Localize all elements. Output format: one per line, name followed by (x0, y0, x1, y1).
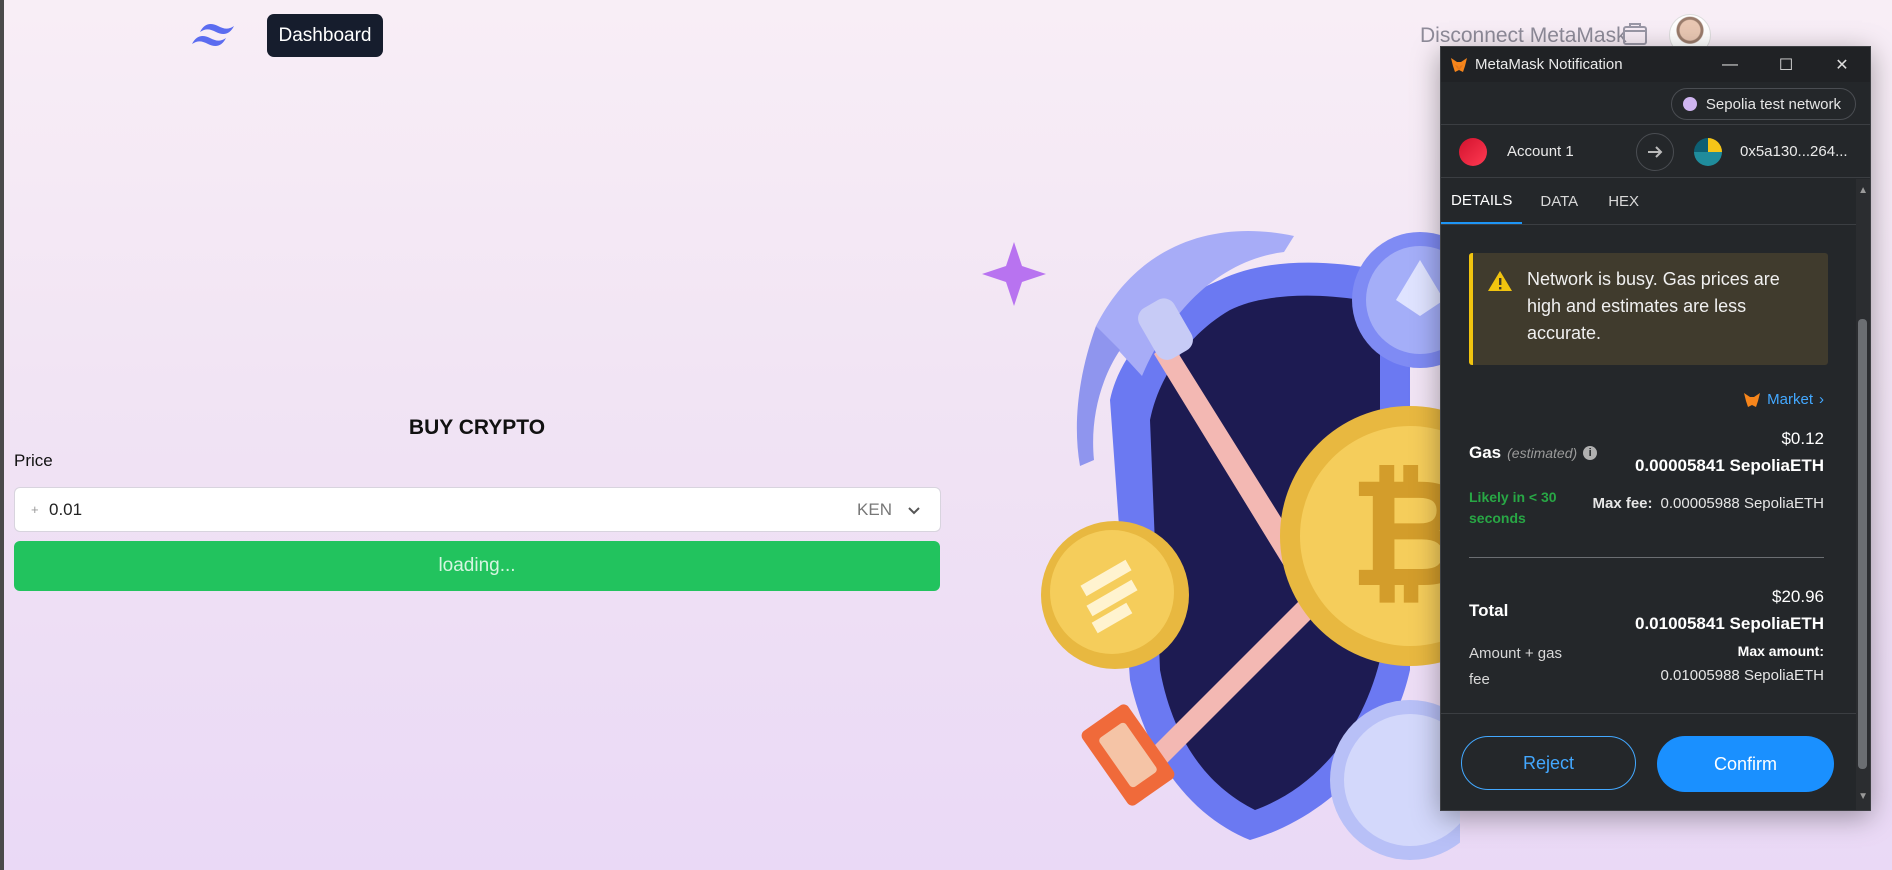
account-avatar-icon (1459, 138, 1487, 166)
tab-hex[interactable]: HEX (1588, 178, 1649, 224)
dashboard-button[interactable]: Dashboard (267, 14, 383, 57)
info-icon[interactable]: i (1583, 446, 1598, 460)
metamask-window-title: MetaMask Notification (1475, 56, 1623, 73)
metamask-notification-window[interactable]: MetaMask Notification — ☐ ✕ Sepolia test… (1440, 46, 1871, 811)
tab-data[interactable]: DATA (1522, 178, 1588, 224)
buy-button[interactable]: loading... (14, 541, 940, 591)
gas-label-text: Gas (1469, 443, 1502, 462)
scroll-down-arrow-icon[interactable]: ▼ (1858, 791, 1868, 802)
arrow-right-icon (1636, 133, 1674, 171)
divider (1469, 557, 1824, 558)
price-label: Price (14, 451, 53, 470)
max-amount-value: 0.01005988 SepoliaETH (1660, 667, 1824, 684)
to-address[interactable]: 0x5a130...264... (1740, 143, 1848, 160)
chevron-down-icon[interactable] (906, 502, 922, 518)
details-tabs: DETAILS DATA HEX (1441, 178, 1870, 225)
price-prefix: + (31, 502, 39, 517)
reject-button[interactable]: Reject (1461, 736, 1636, 790)
recipient-avatar-icon (1694, 138, 1722, 166)
maximize-icon[interactable]: ☐ (1758, 47, 1814, 82)
currency-select[interactable]: KEN (857, 500, 892, 520)
total-label: Total (1469, 601, 1509, 620)
crypto-mining-illustration: ₿ (982, 230, 1460, 860)
tailwind-logo-icon[interactable] (188, 18, 238, 54)
network-name: Sepolia test network (1705, 95, 1841, 113)
fox-icon (1744, 392, 1761, 407)
gas-label: Gas (estimated) i (1469, 443, 1598, 463)
gas-estimated-text: (estimated) (1507, 445, 1578, 461)
warning-text: Network is busy. Gas prices are high and… (1527, 269, 1780, 343)
max-fee-label: Max fee: (1592, 495, 1653, 512)
network-selector[interactable]: Sepolia test network (1670, 88, 1856, 120)
total-eth: 0.01005841 SepoliaETH (1634, 614, 1824, 633)
sparkle-icon (982, 242, 1046, 306)
metamask-titlebar[interactable]: MetaMask Notification — ☐ ✕ (1441, 47, 1870, 82)
market-label: Market (1767, 391, 1813, 408)
wallet-icon[interactable] (1622, 22, 1648, 46)
total-usd: $20.96 (1772, 587, 1824, 606)
amount-gas-fee-label: Amount + gas fee (1469, 645, 1562, 688)
max-fee: Max fee: 0.00005988 SepoliaETH (1593, 495, 1825, 512)
footer-divider (1441, 713, 1856, 714)
close-icon[interactable]: ✕ (1814, 47, 1870, 82)
network-row: Sepolia test network (1441, 82, 1870, 124)
gas-likely-time: Likely in < 30 seconds (1469, 489, 1557, 526)
warning-icon (1488, 271, 1512, 291)
max-fee-value: 0.00005988 SepoliaETH (1660, 495, 1824, 512)
gas-usd: $0.12 (1781, 429, 1824, 448)
price-input[interactable]: + 0.01 KEN (14, 487, 941, 532)
market-link[interactable]: Market › (1743, 391, 1824, 408)
gas-eth: 0.00005841 SepoliaETH (1634, 456, 1824, 475)
confirm-button[interactable]: Confirm (1657, 736, 1834, 792)
price-value[interactable]: 0.01 (49, 500, 857, 520)
minimize-icon[interactable]: — (1702, 47, 1758, 82)
network-busy-warning: Network is busy. Gas prices are high and… (1469, 253, 1828, 365)
from-account[interactable]: Account 1 (1507, 143, 1574, 160)
network-dot-icon (1682, 97, 1697, 111)
max-amount-label: Max amount: (1737, 643, 1824, 659)
tab-details[interactable]: DETAILS (1441, 178, 1523, 224)
scrollbar-thumb[interactable] (1858, 319, 1867, 769)
scroll-up-arrow-icon[interactable]: ▲ (1858, 185, 1868, 196)
chevron-right-icon: › (1819, 391, 1824, 408)
buy-crypto-title: BUY CRYPTO (408, 416, 546, 439)
account-row: Account 1 0x5a130...264... (1441, 124, 1870, 178)
disconnect-metamask-link[interactable]: Disconnect MetaMask (1420, 24, 1627, 48)
metamask-fox-icon (1451, 57, 1467, 72)
